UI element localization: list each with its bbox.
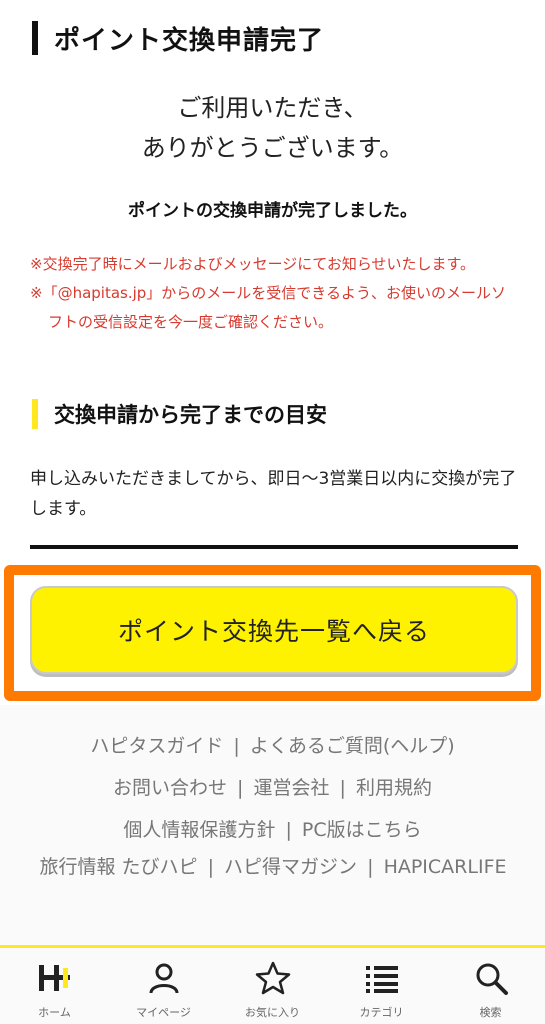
footer-separator: | bbox=[367, 856, 374, 878]
footer-link-travel[interactable]: 旅行情報 たびハピ bbox=[40, 856, 198, 878]
footer-separator: | bbox=[285, 819, 292, 841]
completion-message: ポイントの交換申請が完了しました。 bbox=[128, 201, 417, 221]
section-header: 交換申請から完了までの目安 bbox=[32, 396, 327, 432]
thanks-line-1: ご利用いただき、 bbox=[177, 94, 368, 122]
tab-label: お気に入り bbox=[245, 1006, 300, 1019]
footer-row: 個人情報保護方針 | PC版はこちら bbox=[0, 815, 545, 842]
page-title: ポイント交換申請完了 bbox=[54, 25, 325, 56]
footer-separator: | bbox=[233, 735, 240, 757]
footer-link-pc-version[interactable]: PC版はこちら bbox=[302, 819, 422, 841]
page-header: ポイント交換申請完了 bbox=[32, 18, 324, 58]
footer-link-guide[interactable]: ハピタスガイド bbox=[90, 735, 223, 757]
footer-link-magazine[interactable]: ハピ得マガジン bbox=[224, 856, 357, 878]
footer-separator: | bbox=[237, 777, 244, 799]
divider bbox=[30, 545, 518, 549]
footer-row: 旅行情報 たびハピ | ハピ得マガジン | HAPICARLIFE bbox=[8, 855, 538, 879]
footer-link-contact[interactable]: お問い合わせ bbox=[113, 777, 227, 799]
footer-separator: | bbox=[339, 777, 346, 799]
header-accent-bar bbox=[32, 21, 38, 55]
footer-link-company[interactable]: 運営会社 bbox=[253, 777, 329, 799]
notice-item: ※「@hapitas.jp」からのメールを受信できるよう、お使いのメールソフトの… bbox=[30, 284, 507, 331]
tab-home[interactable]: ホーム bbox=[0, 948, 109, 1024]
tab-label: ホーム bbox=[38, 1006, 71, 1019]
tab-label: 検索 bbox=[479, 1006, 502, 1019]
footer-link-faq[interactable]: よくあるご質問(ヘルプ) bbox=[250, 735, 455, 757]
section-description: 申し込みいただきましてから、即日〜3営業日以内に交換が完了します。 bbox=[30, 469, 517, 519]
thanks-message: ご利用いただき、 ありがとうございます。 bbox=[0, 88, 545, 168]
footer-link-terms[interactable]: 利用規約 bbox=[356, 777, 432, 799]
section-accent-bar bbox=[32, 399, 38, 429]
back-to-exchange-list-button[interactable]: ポイント交換先一覧へ戻る bbox=[30, 586, 518, 674]
section-title: 交換申請から完了までの目安 bbox=[54, 403, 327, 427]
tab-label: マイページ bbox=[136, 1006, 191, 1019]
home-logo-icon bbox=[35, 958, 75, 998]
list-icon bbox=[362, 958, 402, 998]
tab-label: カテゴリ bbox=[359, 1006, 404, 1019]
footer-row: お問い合わせ | 運営会社 | 利用規約 bbox=[0, 773, 545, 800]
notice-list: ※交換完了時にメールおよびメッセージにてお知らせいたします。 ※「@hapita… bbox=[30, 250, 510, 337]
footer-link-hapicarlife[interactable]: HAPICARLIFE bbox=[384, 856, 507, 878]
tab-search[interactable]: 検索 bbox=[436, 948, 545, 1024]
star-icon bbox=[253, 958, 293, 998]
bottom-tab-bar: ホーム マイページ お気に入り カテゴリ 検索 bbox=[0, 945, 545, 1024]
tab-mypage[interactable]: マイページ bbox=[109, 948, 218, 1024]
footer-row: ハピタスガイド | よくあるご質問(ヘルプ) bbox=[0, 731, 545, 758]
thanks-line-2: ありがとうございます。 bbox=[141, 134, 404, 162]
search-icon bbox=[471, 958, 511, 998]
footer-separator: | bbox=[207, 856, 214, 878]
tab-favorites[interactable]: お気に入り bbox=[218, 948, 327, 1024]
footer-link-privacy[interactable]: 個人情報保護方針 bbox=[123, 819, 275, 841]
footer: ハピタスガイド | よくあるご質問(ヘルプ) お問い合わせ | 運営会社 | 利… bbox=[0, 705, 545, 945]
person-icon bbox=[144, 958, 184, 998]
notice-item: ※交換完了時にメールおよびメッセージにてお知らせいたします。 bbox=[30, 255, 476, 273]
tab-category[interactable]: カテゴリ bbox=[327, 948, 436, 1024]
